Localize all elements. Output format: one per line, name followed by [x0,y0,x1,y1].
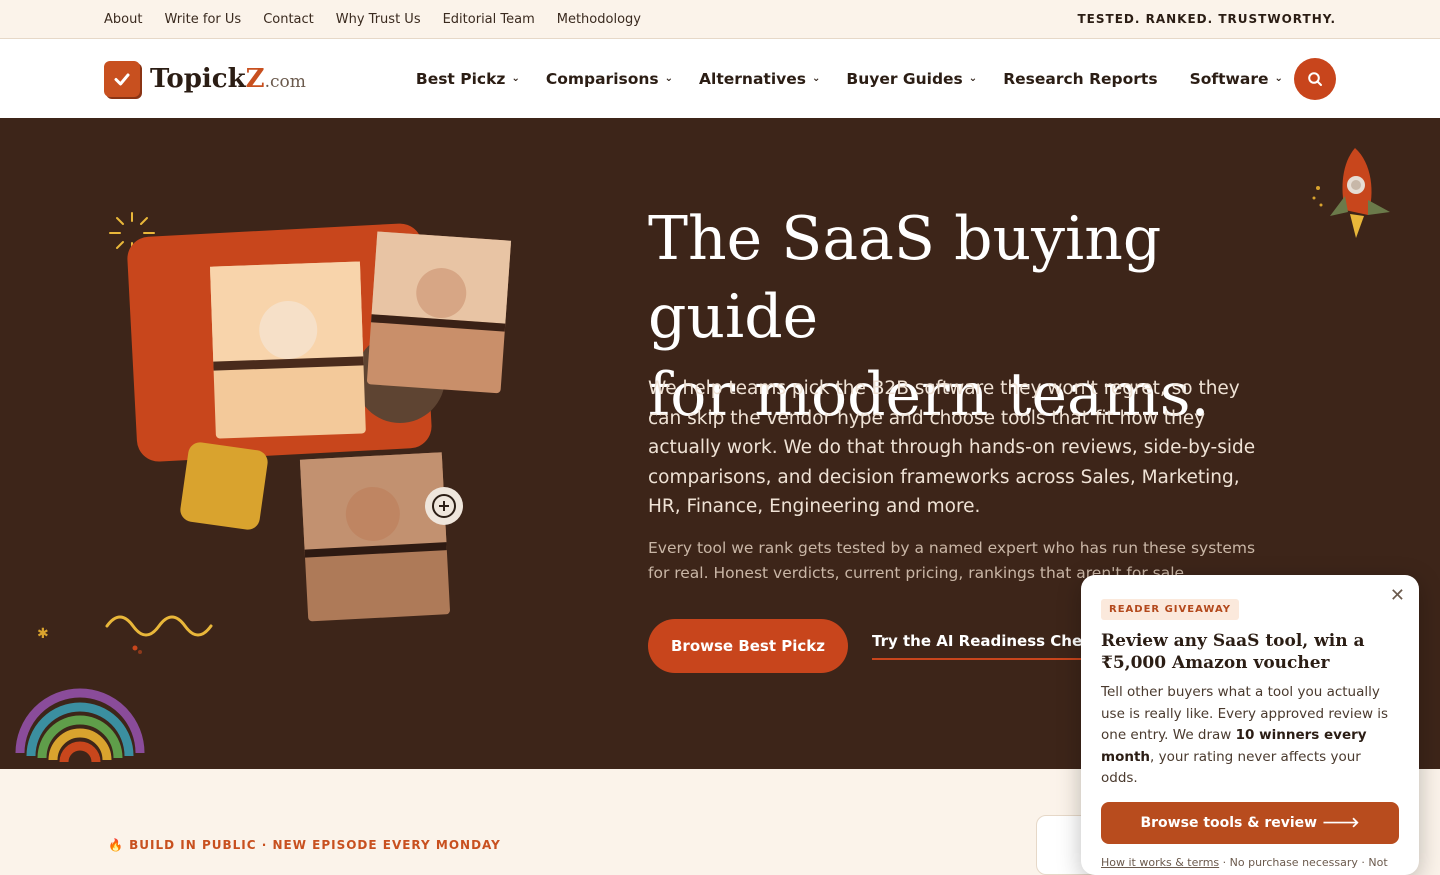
chevron-down-icon: ⌄ [968,73,978,84]
utility-bar: About Write for Us Contact Why Trust Us … [0,0,1440,39]
utility-link-methodology[interactable]: Methodology [557,12,641,27]
fine-print-text: · No purchase necessary · Not [1219,855,1388,869]
utility-link-write-for-us[interactable]: Write for Us [164,12,241,27]
utility-link-contact[interactable]: Contact [263,12,314,27]
browse-best-pickz-button[interactable]: Browse Best Pickz [648,619,848,673]
utility-link-why-trust-us[interactable]: Why Trust Us [336,12,421,27]
utility-link-editorial-team[interactable]: Editorial Team [443,12,535,27]
logo-tld: .com [264,71,306,92]
plus-circle-icon [425,487,463,525]
nav-label: Alternatives [699,69,806,88]
chevron-down-icon: ⌄ [511,73,520,84]
logo-z: Z [245,63,265,94]
how-it-works-link[interactable]: How it works & terms [1101,856,1219,869]
rainbow-icon [15,688,145,763]
browse-tools-review-button[interactable]: Browse tools & review 🡒 [1101,801,1399,844]
nav-item-research-reports[interactable]: Research Reports [1003,70,1163,88]
ai-readiness-checker-link[interactable]: Try the AI Readiness Checker [872,632,1082,660]
photo-card [299,452,450,622]
utility-link-about[interactable]: About [104,12,142,27]
small-asterisk-icon: ✱ [37,626,49,642]
main-nav: TopickZ.com Best Pickz ⌄ Comparisons ⌄ Alt… [0,39,1440,118]
nav-label: Buyer Guides [846,69,963,88]
primary-menu: Best Pickz ⌄ Comparisons ⌄ Alternatives ⌄ B… [416,70,1283,88]
chevron-down-icon: ⌄ [811,73,821,84]
nav-label: Research Reports [1003,69,1158,88]
check-icon [104,60,140,97]
giveaway-title: Review any SaaS tool, win a ₹5,000 Amazo… [1101,631,1365,673]
giveaway-popup: ✕ READER GIVEAWAY Review any SaaS tool, … [1081,575,1419,875]
rocket-icon [1312,148,1390,238]
logo-name: Topick [150,63,246,94]
hero-lead: We help teams pick the B2B software they… [648,378,1256,517]
squiggle-line [105,615,213,637]
chevron-down-icon: ⌄ [664,73,674,84]
search-button[interactable] [1294,58,1336,100]
giveaway-badge: READER GIVEAWAY [1101,599,1239,620]
utility-links: About Write for Us Contact Why Trust Us … [104,12,641,27]
nav-item-comparisons[interactable]: Comparisons ⌄ [546,70,673,88]
nav-label: Software [1189,69,1269,88]
close-icon[interactable]: ✕ [1390,585,1405,606]
nav-item-buyer-guides[interactable]: Buyer Guides ⌄ [846,70,977,88]
nav-item-best-pickz[interactable]: Best Pickz ⌄ [416,70,520,88]
site-logo[interactable]: TopickZ.com [104,60,306,97]
chevron-down-icon: ⌄ [1274,73,1283,84]
photo-card [366,231,512,394]
nav-item-alternatives[interactable]: Alternatives ⌄ [699,70,820,88]
logo-wordmark: TopickZ.com [150,64,306,94]
utility-tagline: TESTED. RANKED. TRUSTWORTHY. [1077,12,1336,26]
hero-title-line-1: The SaaS buying guide [648,204,1162,352]
nav-label: Comparisons [545,69,659,88]
photo-card [209,261,366,439]
nav-label: Best Pickz [415,69,506,88]
giveaway-fine-print: How it works & terms · No purchase neces… [1101,856,1399,869]
search-icon [1308,72,1322,86]
giveaway-body: Tell other buyers what a tool you actual… [1101,682,1399,790]
yellow-tile [180,442,268,530]
nav-item-software[interactable]: Software ⌄ [1190,70,1283,88]
